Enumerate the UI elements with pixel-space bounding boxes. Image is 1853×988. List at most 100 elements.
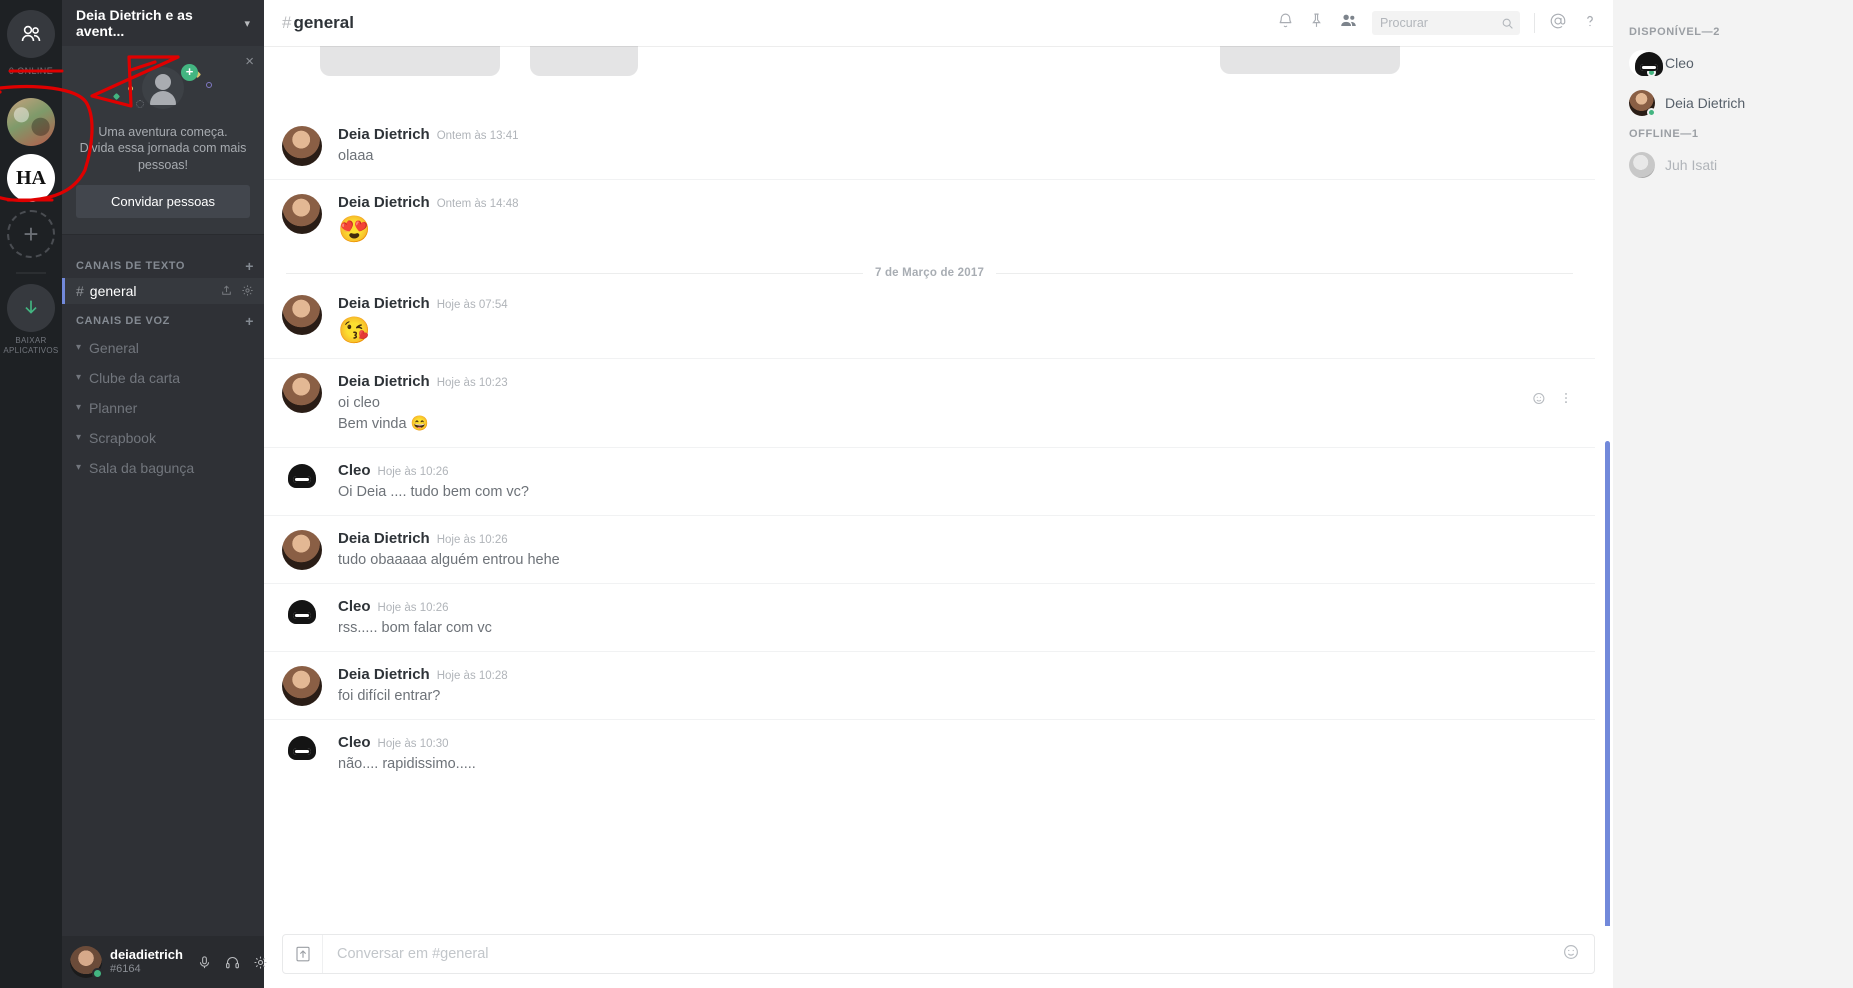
microphone-icon[interactable] — [191, 947, 219, 977]
message-text: foi difícil entrar? — [338, 688, 441, 705]
member-name: Juh Isati — [1665, 157, 1718, 173]
message-author[interactable]: Deia Dietrich — [338, 295, 430, 312]
sparkle-icon-1 — [128, 86, 133, 91]
download-apps-label: BAIXAR APLICATIVOS — [3, 336, 58, 356]
server-name: Deia Dietrich e as avent... — [76, 7, 193, 39]
message-scrollbar[interactable] — [1605, 441, 1610, 926]
message-author[interactable]: Cleo — [338, 734, 371, 751]
message-author[interactable]: Deia Dietrich — [338, 126, 430, 143]
avatar[interactable] — [70, 946, 103, 979]
voice-channel-sala-da-bagunca[interactable]: ▾ Sala da bagunça — [62, 453, 264, 483]
invite-text-line1: Uma aventura começa. — [98, 125, 228, 139]
message-row[interactable]: Cleo Hoje às 10:26 Oi Deia .... tudo bem… — [264, 447, 1595, 515]
avatar[interactable] — [282, 194, 322, 235]
invite-avatar-icon — [142, 67, 184, 109]
upload-icon[interactable] — [283, 935, 323, 973]
voice-channel-name: Sala da bagunça — [89, 459, 195, 476]
voice-channel-general[interactable]: ▾ General — [62, 333, 264, 363]
message-text: olaaa — [338, 148, 374, 164]
message-row[interactable]: Deia Dietrich Hoje às 07:54 😘 — [264, 281, 1595, 358]
search-input[interactable]: Procurar — [1372, 11, 1520, 35]
channel-name: general — [89, 282, 137, 299]
message-row[interactable]: Cleo Hoje às 10:26 rss..... bom falar co… — [264, 583, 1595, 651]
discord-window: 0 ONLINE HA + BAIXAR APLICATIVOS Deia Di… — [0, 0, 1853, 988]
message-row[interactable]: Deia Dietrich Hoje às 10:28 foi difícil … — [264, 651, 1595, 719]
message-timestamp: Hoje às 10:28 — [436, 670, 508, 683]
message-text: oi cleo — [338, 395, 380, 412]
avatar[interactable] — [282, 598, 322, 639]
message-author[interactable]: Deia Dietrich — [338, 373, 430, 390]
avatar[interactable] — [282, 126, 322, 166]
message-timestamp: Hoje às 10:26 — [436, 534, 508, 547]
add-text-channel-button[interactable]: + — [245, 259, 254, 273]
gear-icon[interactable] — [247, 947, 275, 977]
search-icon[interactable] — [1501, 17, 1514, 30]
message-author[interactable]: Cleo — [338, 462, 371, 479]
divider-line-right — [996, 272, 1574, 274]
friends-home-button[interactable] — [7, 10, 55, 58]
add-server-button[interactable]: + — [7, 210, 55, 258]
channel-item-general[interactable]: # general — [62, 277, 264, 304]
headset-icon[interactable] — [219, 947, 247, 977]
status-badge-online — [1647, 108, 1656, 117]
message-row[interactable]: Deia Dietrich Ontem às 13:41 olaaa — [264, 112, 1595, 179]
current-username: deiadietrich — [110, 947, 183, 963]
main-content: # general Procurar Deia Dietrich Ontem à… — [264, 0, 1613, 988]
emoji-picker-icon[interactable] — [1548, 943, 1594, 966]
server-icon-deia-dietrich[interactable] — [7, 98, 55, 146]
message-author[interactable]: Deia Dietrich — [338, 666, 430, 683]
chevron-down-icon: ▾ — [76, 402, 82, 414]
avatar[interactable] — [282, 462, 322, 503]
server-icon-ha[interactable]: HA — [7, 154, 55, 202]
download-label-line1: BAIXAR — [15, 336, 47, 345]
message-row[interactable]: Cleo Hoje às 10:30 não.... rapidissimo..… — [264, 719, 1595, 787]
voice-channel-name: Planner — [89, 399, 138, 416]
add-reaction-icon[interactable] — [1532, 391, 1547, 409]
invite-card: × + Uma aventura começa. Divida essa jor… — [62, 46, 264, 235]
message-row[interactable]: Deia Dietrich Hoje às 10:26 tudo obaaaaa… — [264, 515, 1595, 583]
invite-people-button[interactable]: Convidar pessoas — [76, 184, 250, 218]
message-row[interactable]: Deia Dietrich Ontem às 14:48 😍 — [264, 179, 1595, 257]
rail-divider — [16, 86, 46, 88]
bell-icon[interactable] — [1277, 12, 1294, 34]
partial-message-above — [320, 46, 1575, 112]
pin-icon[interactable] — [1308, 12, 1325, 34]
member-item-deia-dietrich[interactable]: Deia Dietrich — [1613, 86, 1853, 120]
text-channels-category: CANAIS DE TEXTO + — [62, 249, 264, 278]
message-emoji: 😍 — [338, 214, 371, 245]
message-text: rss..... bom falar com vc — [338, 620, 492, 637]
voice-channel-planner[interactable]: ▾ Planner — [62, 393, 264, 423]
avatar[interactable] — [282, 734, 322, 775]
message-author[interactable]: Deia Dietrich — [338, 530, 430, 547]
voice-channel-scrapbook[interactable]: ▾ Scrapbook — [62, 423, 264, 453]
avatar[interactable] — [282, 373, 322, 414]
avatar[interactable] — [282, 530, 322, 571]
avatar[interactable] — [282, 295, 322, 336]
message-author[interactable]: Deia Dietrich — [338, 194, 430, 211]
avatar[interactable] — [282, 666, 322, 707]
download-arrow-icon — [25, 300, 37, 314]
chevron-down-icon: ▾ — [76, 372, 82, 384]
message-row-hovered[interactable]: Deia Dietrich Hoje às 10:23 oi cleo Bem … — [264, 358, 1595, 447]
add-voice-channel-button[interactable]: + — [245, 314, 254, 328]
mentions-icon[interactable] — [1549, 12, 1567, 35]
message-list[interactable]: Deia Dietrich Ontem às 13:41 olaaa Deia … — [264, 46, 1613, 926]
message-hover-actions[interactable] — [1532, 391, 1573, 409]
voice-channel-name: General — [89, 339, 139, 356]
invite-icon[interactable] — [220, 284, 233, 297]
message-input[interactable]: Conversar em #general — [323, 946, 1548, 962]
members-icon[interactable] — [1339, 11, 1358, 35]
help-icon[interactable] — [1581, 12, 1599, 35]
user-panel: deiadietrich #6164 — [62, 936, 267, 988]
member-item-cleo[interactable]: Cleo — [1613, 46, 1853, 80]
more-options-icon[interactable] — [1559, 391, 1573, 409]
message-author[interactable]: Cleo — [338, 598, 371, 615]
download-apps-button[interactable] — [7, 284, 55, 332]
member-item-juh-isati[interactable]: Juh Isati — [1613, 148, 1853, 182]
gear-icon[interactable] — [241, 284, 254, 297]
chevron-down-icon: ▾ — [76, 462, 82, 474]
message-timestamp: Hoje às 10:26 — [377, 602, 449, 615]
member-name: Cleo — [1665, 55, 1694, 71]
voice-channel-clube-da-carta[interactable]: ▾ Clube da carta — [62, 363, 264, 393]
server-header[interactable]: Deia Dietrich e as avent... ▾ — [62, 0, 264, 46]
